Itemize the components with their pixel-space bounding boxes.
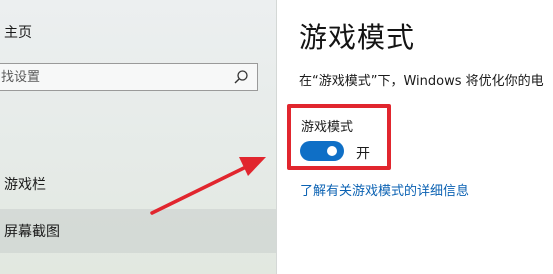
sidebar-item-screenshots[interactable]: 屏幕截图 bbox=[0, 209, 276, 253]
learn-more-link[interactable]: 了解有关游戏模式的详细信息 bbox=[300, 180, 469, 199]
settings-sidebar: 主页 游戏栏 屏幕截图 bbox=[0, 0, 276, 274]
sidebar-divider bbox=[276, 0, 277, 274]
highlight-annotation-box bbox=[287, 104, 391, 170]
nav-home[interactable]: 主页 bbox=[4, 22, 32, 42]
sidebar-item-label: 游戏栏 bbox=[4, 177, 46, 193]
sidebar-item-label: 屏幕截图 bbox=[4, 224, 60, 240]
page-title: 游戏模式 bbox=[299, 21, 416, 54]
settings-search-box[interactable] bbox=[0, 63, 258, 91]
search-icon[interactable] bbox=[233, 69, 249, 85]
sidebar-item-game-bar[interactable]: 游戏栏 bbox=[0, 162, 276, 206]
search-input[interactable] bbox=[1, 64, 221, 90]
page-description: 在“游戏模式”下，Windows 将优化你的电 bbox=[299, 74, 544, 89]
